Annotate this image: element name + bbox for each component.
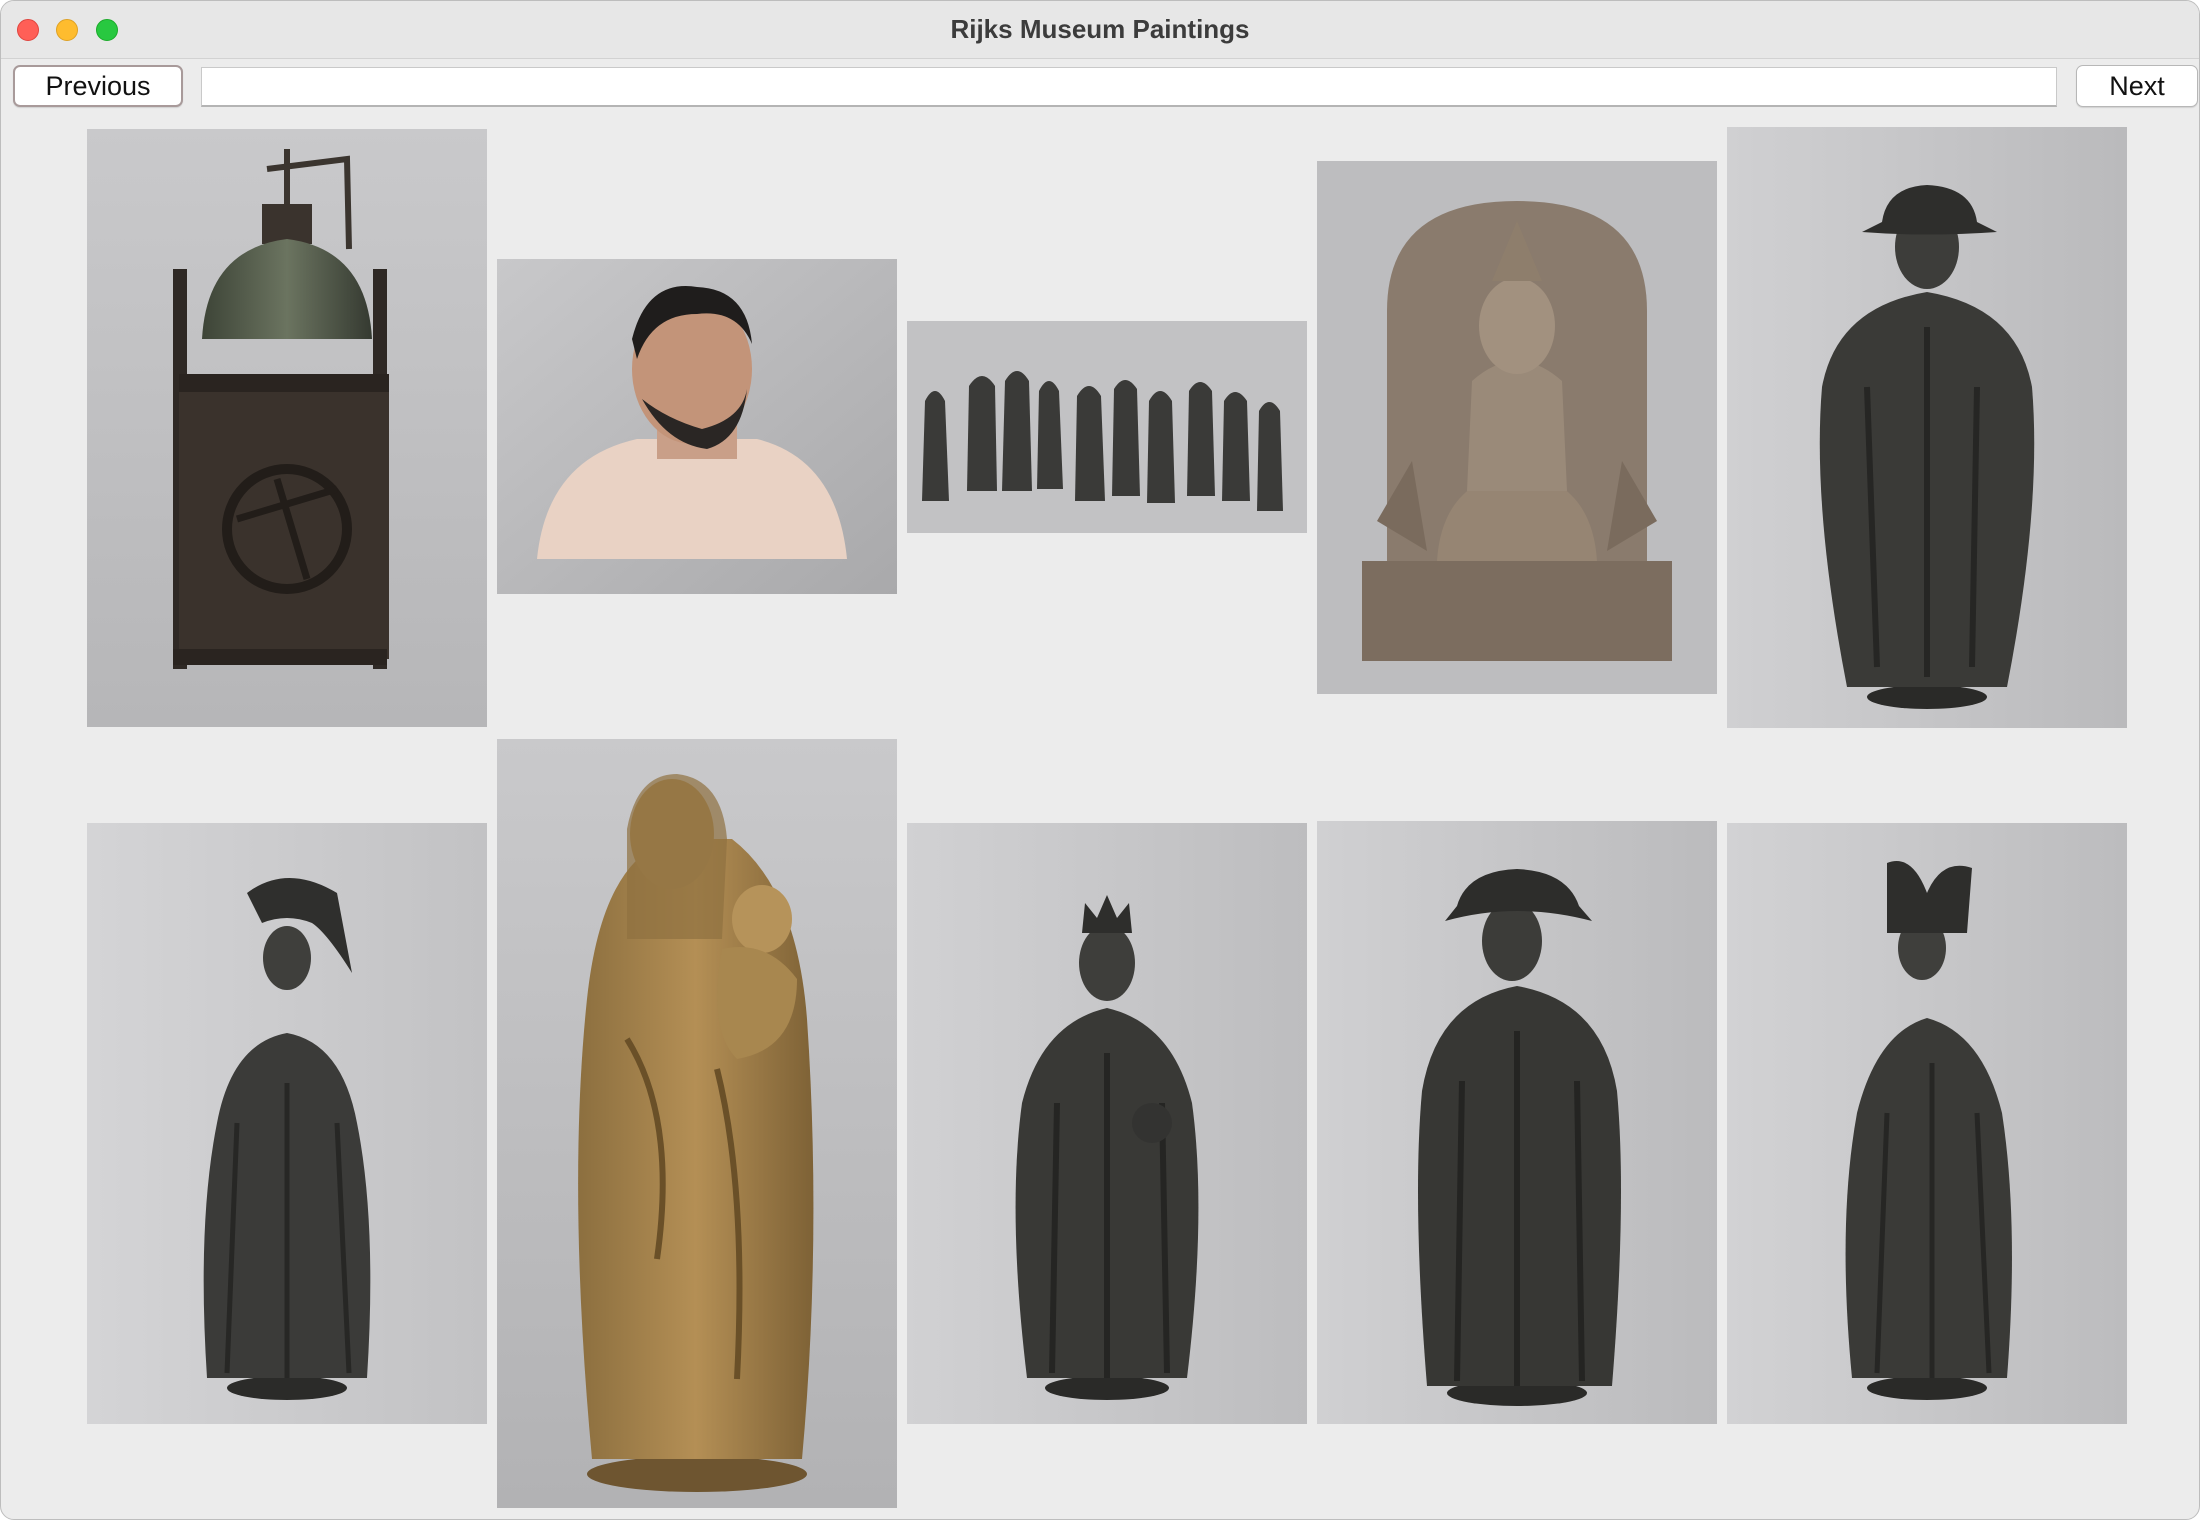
gallery-image-bronze-woman-with-headdress[interactable]: [87, 823, 487, 1424]
gallery-image-bronze-woman-with-horned-headdress[interactable]: [1727, 823, 2127, 1424]
app-window: Rijks Museum Paintings Previous Next: [0, 0, 2200, 1520]
gallery-image-polychrome-male-bust[interactable]: [497, 259, 897, 594]
gallery-image-bronze-crowned-king[interactable]: [907, 823, 1307, 1424]
previous-button[interactable]: Previous: [13, 65, 183, 107]
gallery-image-group-of-bronze-figures[interactable]: [907, 321, 1307, 533]
gallery-image-bronze-man-with-wide-hat[interactable]: [1317, 821, 1717, 1424]
title-bar: Rijks Museum Paintings: [1, 1, 2199, 59]
window-title: Rijks Museum Paintings: [950, 14, 1250, 44]
path-field[interactable]: [201, 67, 2057, 107]
gallery-image-virgin-and-child[interactable]: [497, 739, 897, 1508]
next-button[interactable]: Next: [2076, 65, 2198, 107]
gallery-image-clock-with-bell[interactable]: [87, 129, 487, 727]
gallery-image-seated-stone-deity[interactable]: [1317, 161, 1717, 694]
gallery-image-bronze-man-with-hat[interactable]: [1727, 127, 2127, 728]
